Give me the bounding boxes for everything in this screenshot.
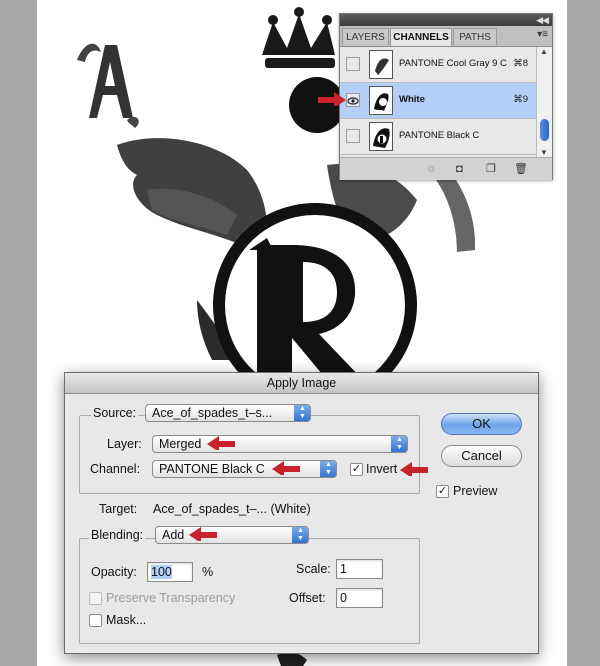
channels-panel: ◀◀ LAYERS CHANNELS PATHS ▾≡ PANTONE Cool… bbox=[339, 13, 553, 180]
channel-dropdown[interactable]: PANTONE Black C ▲ ▼ bbox=[152, 460, 337, 478]
channel-row-cool-gray[interactable]: PANTONE Cool Gray 9 C ⌘8 bbox=[340, 47, 536, 83]
channel-name: PANTONE Black C bbox=[399, 130, 480, 141]
channel-name: White bbox=[399, 94, 425, 105]
offset-label: Offset: bbox=[289, 591, 326, 605]
annotation-arrow-icon bbox=[207, 436, 235, 450]
annotation-arrow-icon bbox=[272, 461, 300, 475]
dialog-title: Apply Image bbox=[65, 373, 538, 394]
channel-row-white[interactable]: White ⌘9 bbox=[340, 83, 536, 119]
channel-shortcut: ⌘9 bbox=[513, 94, 528, 105]
source-dropdown[interactable]: Ace_of_spades_t–s... ▲ ▼ bbox=[145, 404, 311, 422]
opacity-label: Opacity: bbox=[91, 565, 137, 579]
save-selection-icon[interactable]: ◘ bbox=[456, 163, 463, 175]
new-channel-icon[interactable]: ❐ bbox=[486, 163, 496, 175]
opacity-value: 100 bbox=[151, 565, 172, 579]
mask-checkbox[interactable] bbox=[89, 614, 102, 627]
collapse-icon[interactable]: ◀◀ bbox=[536, 14, 549, 26]
source-label: Source: bbox=[91, 406, 139, 420]
chevron-updown-icon: ▲ ▼ bbox=[294, 405, 310, 421]
offset-value: 0 bbox=[340, 591, 347, 605]
mask-label: Mask... bbox=[106, 613, 147, 627]
annotation-arrow-icon bbox=[189, 527, 217, 541]
crown bbox=[262, 7, 335, 68]
tab-channels[interactable]: CHANNELS bbox=[390, 28, 452, 46]
panel-tab-bar: LAYERS CHANNELS PATHS ▾≡ bbox=[340, 26, 552, 47]
chevron-updown-icon: ▲ ▼ bbox=[391, 436, 407, 452]
channel-name: PANTONE Cool Gray 9 C bbox=[399, 58, 507, 69]
blending-dropdown[interactable]: Add ▲ ▼ bbox=[155, 526, 309, 544]
panel-menu-icon[interactable]: ▾≡ bbox=[537, 29, 548, 40]
opacity-input[interactable]: 100 bbox=[147, 562, 193, 582]
preserve-transparency-label: Preserve Transparency bbox=[106, 591, 236, 605]
cancel-button[interactable]: Cancel bbox=[441, 445, 522, 467]
scroll-down-icon[interactable]: ▼ bbox=[540, 148, 548, 157]
scroll-up-icon[interactable]: ▲ bbox=[540, 47, 548, 56]
trash-icon[interactable]: 🗑 bbox=[514, 163, 528, 175]
visibility-toggle[interactable] bbox=[346, 57, 360, 71]
scroll-thumb[interactable] bbox=[540, 119, 549, 141]
invert-checkbox[interactable]: ✓ bbox=[350, 463, 363, 476]
load-selection-icon[interactable]: ◌ bbox=[428, 163, 435, 175]
source-group bbox=[79, 415, 420, 494]
ornate-letter-a bbox=[77, 43, 139, 128]
layer-label: Layer: bbox=[107, 437, 142, 451]
scale-value: 1 bbox=[340, 562, 347, 576]
bottom-ornament bbox=[277, 652, 307, 666]
target-label: Target: bbox=[99, 502, 138, 516]
preview-checkbox[interactable]: ✓ bbox=[436, 485, 449, 498]
blending-label: Blending: bbox=[89, 528, 146, 542]
tab-layers[interactable]: LAYERS bbox=[342, 28, 389, 45]
channel-label: Channel: bbox=[90, 462, 141, 476]
preview-label: Preview bbox=[453, 484, 498, 498]
layer-dropdown[interactable]: Merged ▲ ▼ bbox=[152, 435, 408, 453]
target-value: Ace_of_spades_t–... (White) bbox=[153, 502, 311, 516]
channel-value: PANTONE Black C bbox=[159, 462, 265, 476]
annotation-arrow-icon bbox=[318, 92, 346, 106]
channel-thumbnail bbox=[369, 50, 393, 79]
channel-thumbnail bbox=[369, 122, 393, 151]
apply-image-dialog: Apply Image Source: Ace_of_spades_t–s...… bbox=[64, 372, 539, 654]
offset-input[interactable]: 0 bbox=[336, 588, 383, 608]
ok-button[interactable]: OK bbox=[441, 413, 522, 435]
panel-scrollbar[interactable]: ▲ ▼ bbox=[536, 47, 552, 157]
source-value: Ace_of_spades_t–s... bbox=[152, 406, 273, 420]
eye-icon[interactable] bbox=[346, 93, 360, 107]
tab-paths[interactable]: PATHS bbox=[453, 28, 497, 45]
panel-footer: ◌ ◘ ❐ 🗑 bbox=[340, 157, 552, 180]
channel-shortcut: ⌘8 bbox=[513, 58, 528, 69]
scale-input[interactable]: 1 bbox=[336, 559, 383, 579]
channel-row-black[interactable]: PANTONE Black C bbox=[340, 119, 536, 155]
chevron-updown-icon: ▲ ▼ bbox=[292, 527, 308, 543]
chevron-updown-icon: ▲ ▼ bbox=[320, 461, 336, 477]
layer-value: Merged bbox=[159, 437, 202, 451]
opacity-unit: % bbox=[202, 565, 214, 579]
scale-label: Scale: bbox=[296, 562, 331, 576]
channel-list: PANTONE Cool Gray 9 C ⌘8 White ⌘9 PANTON… bbox=[340, 47, 536, 157]
annotation-arrow-icon bbox=[400, 462, 428, 476]
invert-label: Invert bbox=[366, 462, 398, 476]
visibility-toggle[interactable] bbox=[346, 129, 360, 143]
panel-title-bar[interactable]: ◀◀ bbox=[340, 14, 552, 26]
preserve-transparency-checkbox[interactable] bbox=[89, 592, 102, 605]
channel-thumbnail bbox=[369, 86, 393, 115]
blending-value: Add bbox=[162, 528, 185, 542]
